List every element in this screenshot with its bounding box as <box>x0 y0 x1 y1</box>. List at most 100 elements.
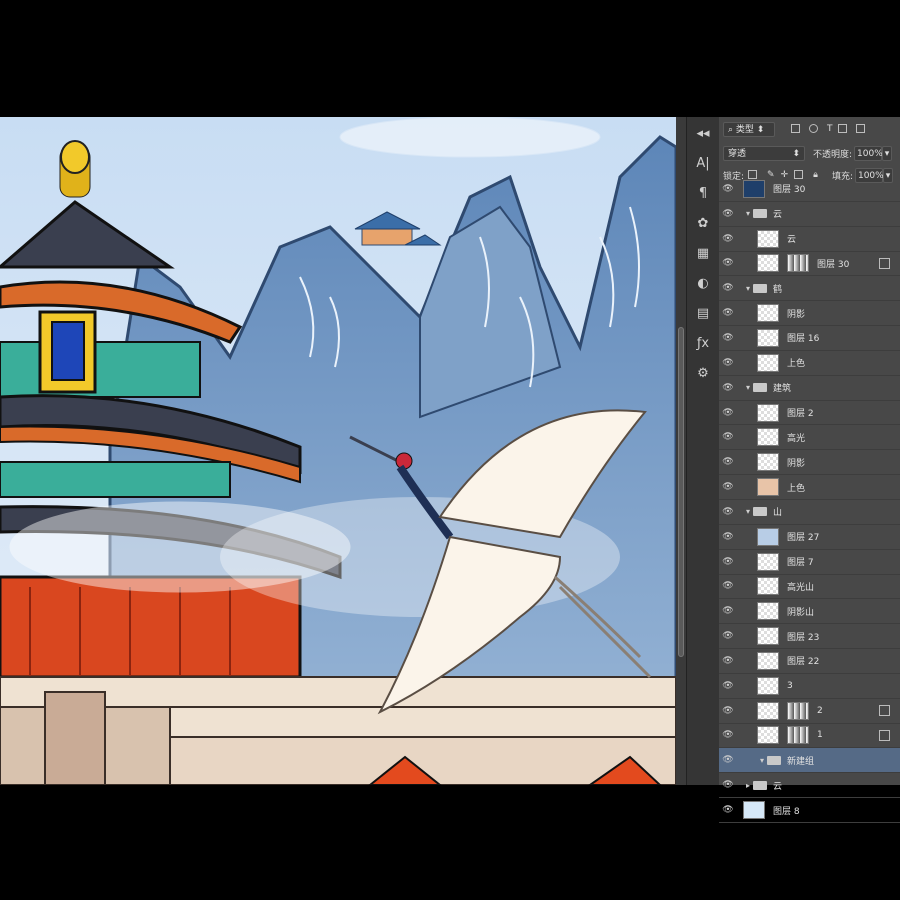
visibility-eye-icon[interactable]: 👁︎ <box>719 730 737 740</box>
filter-smart-icon[interactable] <box>855 124 865 133</box>
paragraph-icon[interactable]: ¶ <box>692 183 714 205</box>
layer-row[interactable]: 👁︎ 上色 <box>719 351 900 376</box>
layer-group-row[interactable]: 👁︎ ▾ 云 <box>719 202 900 227</box>
layer-thumbnail[interactable] <box>757 676 779 695</box>
visibility-eye-icon[interactable]: 👁︎ <box>719 432 737 442</box>
layer-thumbnail[interactable] <box>757 701 779 720</box>
visibility-eye-icon[interactable]: 👁︎ <box>719 631 737 641</box>
layer-mask-thumbnail[interactable] <box>787 726 809 745</box>
blend-mode-select[interactable]: 穿透 ⬍ <box>723 145 805 161</box>
layer-thumbnail[interactable] <box>757 527 779 546</box>
layer-row[interactable]: 👁︎ 图层 7 <box>719 550 900 575</box>
visibility-eye-icon[interactable]: 👁︎ <box>719 755 737 765</box>
layer-thumbnail[interactable] <box>757 453 779 472</box>
filter-type-icon[interactable]: T <box>827 124 833 134</box>
layer-thumbnail[interactable] <box>757 353 779 372</box>
visibility-eye-icon[interactable]: 👁︎ <box>719 706 737 716</box>
layer-thumbnail[interactable] <box>757 478 779 497</box>
expand-arrow-icon[interactable]: ▸ <box>743 781 753 790</box>
layer-group-row[interactable]: 👁︎ ▾ 建筑 <box>719 376 900 401</box>
layer-row[interactable]: 👁︎ 云 <box>719 227 900 252</box>
layer-row[interactable]: 👁︎ 图层 30 <box>719 177 900 202</box>
layer-row[interactable]: 👁︎ 图层 22 <box>719 649 900 674</box>
visibility-eye-icon[interactable]: 👁︎ <box>719 805 737 815</box>
layer-row[interactable]: 👁︎ 阴影 <box>719 301 900 327</box>
fx-icon[interactable]: ƒx <box>692 333 714 355</box>
layer-row[interactable]: 👁︎ 图层 27 <box>719 525 900 550</box>
layer-mask-thumbnail[interactable] <box>787 701 809 720</box>
layer-thumbnail[interactable] <box>743 179 765 198</box>
layer-thumbnail[interactable] <box>743 801 765 820</box>
visibility-eye-icon[interactable]: 👁︎ <box>719 333 737 343</box>
layer-row[interactable]: 👁︎ 阴影 <box>719 450 900 476</box>
layer-thumbnail[interactable] <box>757 602 779 621</box>
layer-thumbnail[interactable] <box>757 428 779 447</box>
expand-arrow-icon[interactable]: ▾ <box>743 284 753 293</box>
character-icon[interactable]: A| <box>692 153 714 175</box>
layer-row[interactable]: 👁︎ 阴影山 <box>719 599 900 625</box>
visibility-eye-icon[interactable]: 👁︎ <box>719 656 737 666</box>
layer-thumbnail[interactable] <box>757 627 779 646</box>
expand-arrow-icon[interactable]: ▾ <box>757 756 767 765</box>
layer-group-row[interactable]: 👁︎ ▾ 山 <box>719 500 900 525</box>
visibility-eye-icon[interactable]: 👁︎ <box>719 234 737 244</box>
expand-arrow-icon[interactable]: ▾ <box>743 507 753 516</box>
layer-row[interactable]: 👁︎ 高光山 <box>719 575 900 600</box>
visibility-eye-icon[interactable]: 👁︎ <box>719 482 737 492</box>
visibility-eye-icon[interactable]: 👁︎ <box>719 408 737 418</box>
visibility-eye-icon[interactable]: 👁︎ <box>719 507 737 517</box>
visibility-eye-icon[interactable]: 👁︎ <box>719 581 737 591</box>
scrollbar-thumb[interactable] <box>678 327 684 657</box>
layer-thumbnail[interactable] <box>757 304 779 323</box>
expand-arrow-icon[interactable]: ▾ <box>743 383 753 392</box>
opacity-input[interactable]: 100% <box>854 145 883 161</box>
layer-thumbnail[interactable] <box>757 651 779 670</box>
visibility-eye-icon[interactable]: 👁︎ <box>719 209 737 219</box>
visibility-eye-icon[interactable]: 👁︎ <box>719 184 737 194</box>
visibility-eye-icon[interactable]: 👁︎ <box>719 606 737 616</box>
filter-kind-select[interactable]: ⌕ 类型 ⬍ <box>723 121 775 137</box>
chevron-down-icon[interactable]: ▾ <box>882 145 893 161</box>
layer-thumbnail[interactable] <box>757 726 779 745</box>
visibility-eye-icon[interactable]: 👁︎ <box>719 283 737 293</box>
layer-row[interactable]: 👁︎ 高光 <box>719 425 900 451</box>
layer-row[interactable]: 👁︎ 图层 23 <box>719 624 900 650</box>
swatches-icon[interactable]: ✿ <box>692 213 714 235</box>
layer-row[interactable]: 👁︎ 2 <box>719 699 900 724</box>
visibility-eye-icon[interactable]: 👁︎ <box>719 457 737 467</box>
filter-pixel-icon[interactable] <box>791 124 800 133</box>
visibility-eye-icon[interactable]: 👁︎ <box>719 780 737 790</box>
layer-thumbnail[interactable] <box>757 577 779 596</box>
visibility-eye-icon[interactable]: 👁︎ <box>719 681 737 691</box>
layer-row[interactable]: 👁︎ 图层 8 <box>719 798 900 823</box>
expand-arrow-icon[interactable]: ▾ <box>743 209 753 218</box>
layer-thumbnail[interactable] <box>757 328 779 347</box>
collapse-panel-icon[interactable]: ◂◂ <box>692 123 714 145</box>
layer-thumbnail[interactable] <box>757 254 779 273</box>
properties-icon[interactable]: ⚙ <box>692 363 714 385</box>
visibility-eye-icon[interactable]: 👁︎ <box>719 308 737 318</box>
layer-row[interactable]: 👁︎ 图层 30 <box>719 252 900 277</box>
layer-row[interactable]: 👁︎ 上色 <box>719 475 900 500</box>
layer-thumbnail[interactable] <box>757 403 779 422</box>
visibility-eye-icon[interactable]: 👁︎ <box>719 258 737 268</box>
styles-icon[interactable]: ▤ <box>692 303 714 325</box>
canvas-vertical-scrollbar[interactable] <box>676 117 686 785</box>
visibility-eye-icon[interactable]: 👁︎ <box>719 532 737 542</box>
grid-icon[interactable]: ▦ <box>692 243 714 265</box>
visibility-eye-icon[interactable]: 👁︎ <box>719 557 737 567</box>
layer-thumbnail[interactable] <box>757 229 779 248</box>
layer-thumbnail[interactable] <box>757 552 779 571</box>
layer-row[interactable]: 👁︎ 3 <box>719 674 900 699</box>
layer-row[interactable]: 👁︎ 图层 2 <box>719 401 900 426</box>
adjustments-icon[interactable]: ◐ <box>692 273 714 295</box>
layer-group-row[interactable]: 👁︎ ▾ 鹤 <box>719 276 900 302</box>
filter-adjust-icon[interactable] <box>809 124 818 133</box>
document-canvas[interactable] <box>0 117 676 785</box>
layer-group-row[interactable]: 👁︎ ▸ 云 <box>719 773 900 799</box>
visibility-eye-icon[interactable]: 👁︎ <box>719 358 737 368</box>
layer-mask-thumbnail[interactable] <box>787 254 809 273</box>
visibility-eye-icon[interactable]: 👁︎ <box>719 383 737 393</box>
layer-row[interactable]: 👁︎ 图层 16 <box>719 326 900 351</box>
layer-row[interactable]: 👁︎ 1 <box>719 724 900 749</box>
